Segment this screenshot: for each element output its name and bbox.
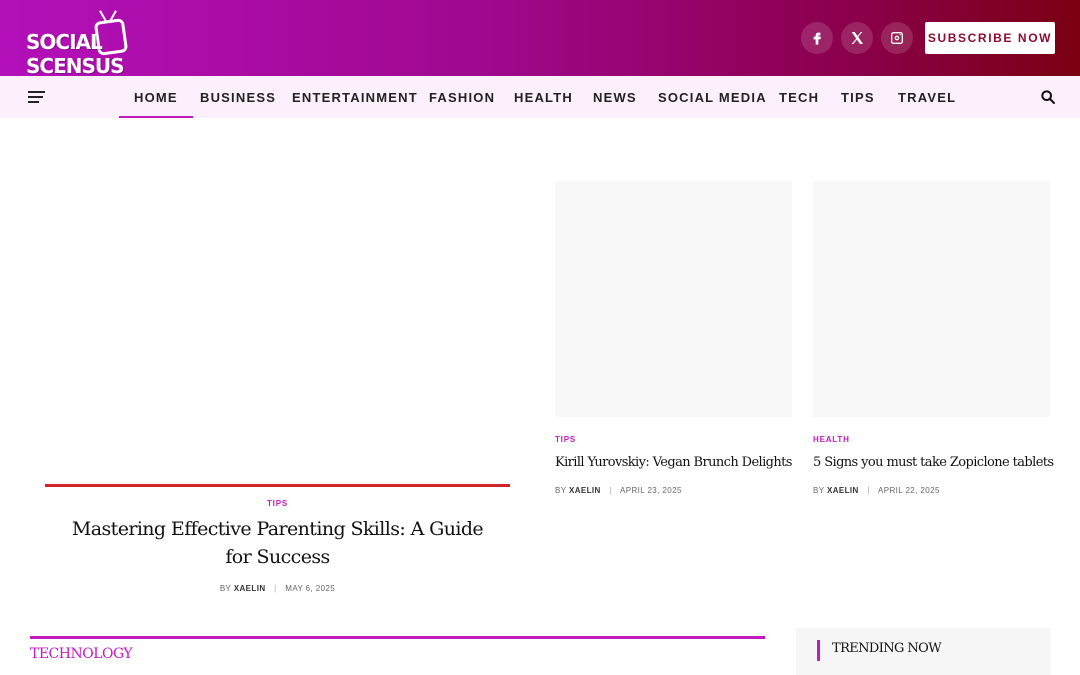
nav-item-social-media[interactable]: SOCIAL MEDIA	[658, 76, 767, 118]
featured-title[interactable]: Mastering Effective Parenting Skills: A …	[60, 515, 495, 571]
hamburger-menu-icon[interactable]	[28, 91, 45, 103]
section-heading-technology[interactable]: TECHNOLOGY	[30, 646, 133, 662]
featured-by: BY	[219, 584, 232, 593]
featured-date: MAY 6, 2025	[285, 584, 336, 593]
nav-item-entertainment[interactable]: ENTERTAINMENT	[292, 76, 418, 118]
card-title[interactable]: 5 Signs you must take Zopiclone tablets	[813, 453, 1054, 472]
card-category[interactable]: TIPS	[555, 435, 576, 444]
logo-text: SOCIAL SCENSUS	[26, 30, 125, 78]
card-date: APRIL 22, 2025	[878, 486, 940, 495]
card-title[interactable]: Kirill Yurovskiy: Vegan Brunch Delights	[555, 453, 795, 472]
featured-author[interactable]: XAELIN	[234, 584, 266, 593]
nav-item-business[interactable]: BUSINESS	[200, 76, 276, 118]
card-date: APRIL 23, 2025	[620, 486, 682, 495]
card-by: BY	[813, 486, 825, 495]
facebook-icon[interactable]	[801, 22, 833, 54]
nav-item-tech[interactable]: TECH	[779, 76, 819, 118]
meta-separator: |	[609, 486, 612, 495]
technology-divider	[30, 636, 765, 639]
nav-item-news[interactable]: NEWS	[593, 76, 637, 118]
site-logo[interactable]: SOCIAL SCENSUS	[26, 10, 186, 78]
card-image[interactable]	[555, 181, 792, 417]
search-icon[interactable]	[1040, 89, 1056, 105]
featured-category[interactable]: TIPS	[45, 499, 510, 508]
featured-meta: BY XAELIN | MAY 6, 2025	[45, 584, 510, 593]
section-heading-trending: TRENDING NOW	[832, 641, 942, 656]
card-meta: BY XAELIN | APRIL 22, 2025	[813, 486, 940, 495]
nav-item-home[interactable]: HOME	[119, 76, 193, 118]
card-author[interactable]: XAELIN	[827, 486, 859, 495]
main-nav: HOME BUSINESS ENTERTAINMENT FASHION HEAL…	[0, 76, 1080, 118]
instagram-icon[interactable]	[881, 22, 913, 54]
nav-item-travel[interactable]: TRAVEL	[898, 76, 956, 118]
featured-divider	[45, 484, 510, 487]
card-by: BY	[555, 486, 567, 495]
card-category[interactable]: HEALTH	[813, 435, 850, 444]
nav-item-fashion[interactable]: FASHION	[429, 76, 495, 118]
trending-accent-bar	[817, 640, 820, 661]
x-icon[interactable]	[841, 22, 873, 54]
card-image[interactable]	[813, 181, 1050, 417]
nav-item-tips[interactable]: TIPS	[841, 76, 875, 118]
meta-separator: |	[867, 486, 870, 495]
meta-separator: |	[274, 584, 277, 593]
subscribe-button[interactable]: SUBSCRIBE NOW	[925, 22, 1055, 54]
site-header: SOCIAL SCENSUS SUBSCRIBE NOW	[0, 0, 1080, 78]
nav-item-health[interactable]: HEALTH	[514, 76, 573, 118]
card-author[interactable]: XAELIN	[569, 486, 601, 495]
card-meta: BY XAELIN | APRIL 23, 2025	[555, 486, 682, 495]
